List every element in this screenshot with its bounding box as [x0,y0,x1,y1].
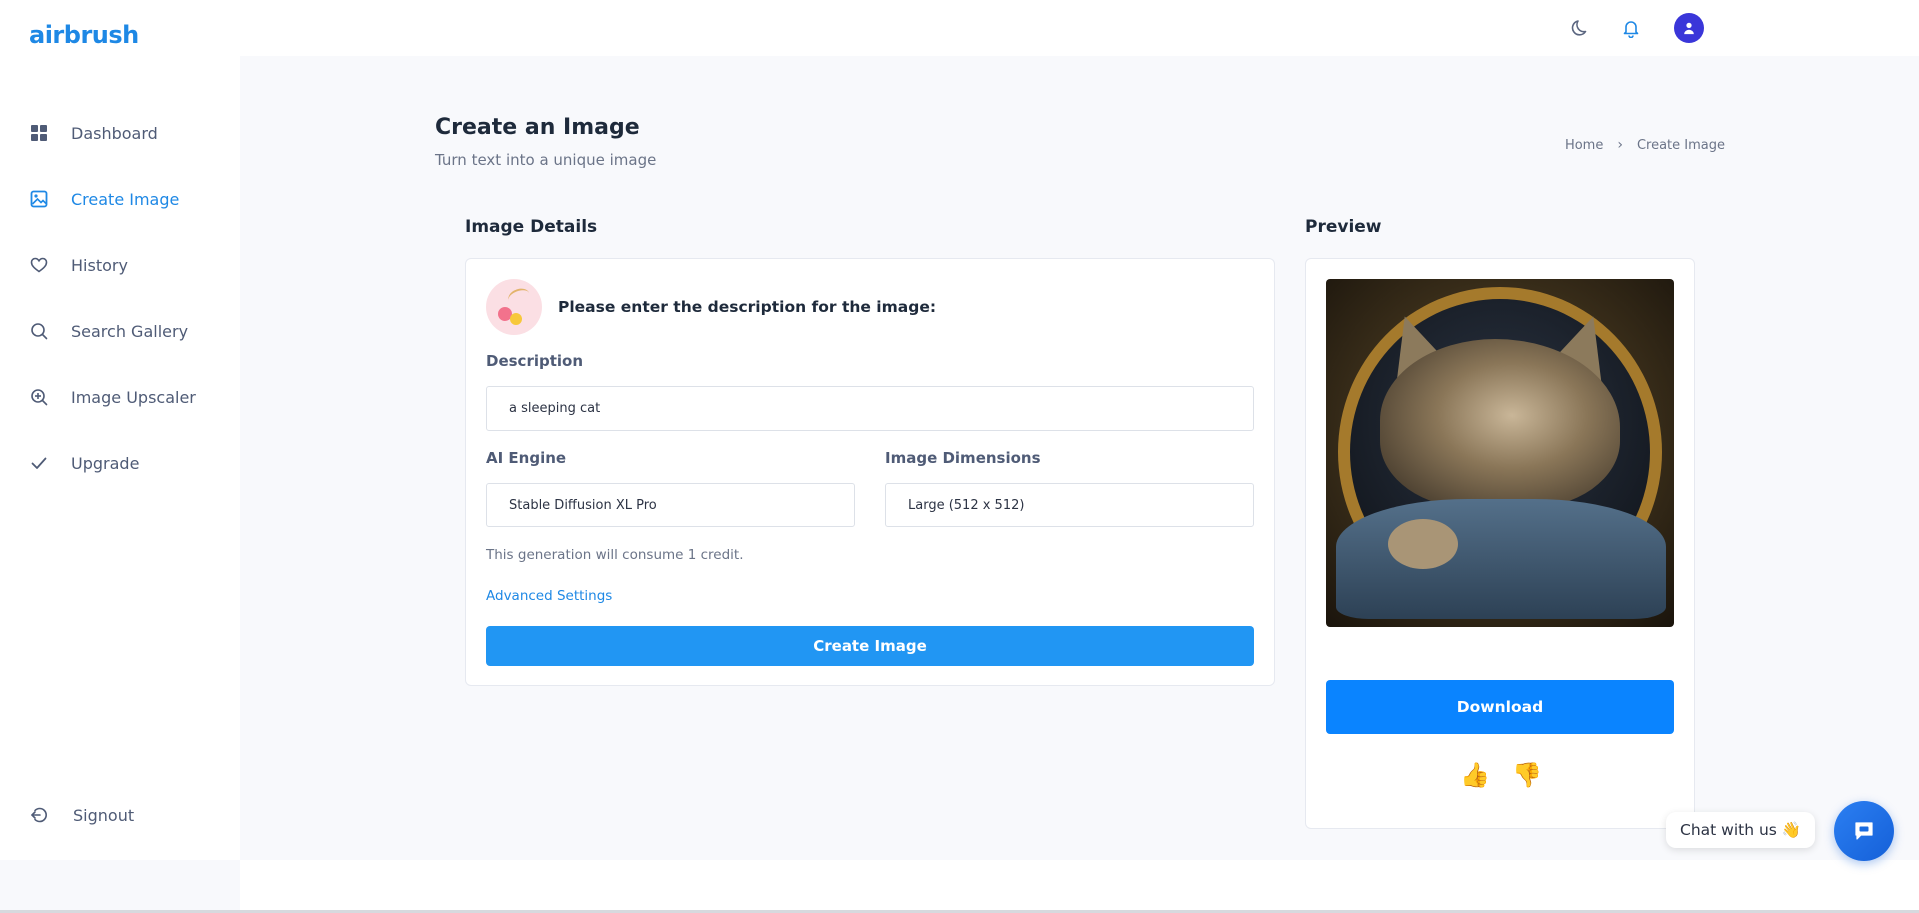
signout-button[interactable]: Signout [29,805,134,825]
search-icon [29,321,49,341]
top-bar [240,0,1919,56]
sidebar-item-image-upscaler[interactable]: Image Upscaler [0,364,240,430]
user-avatar-icon[interactable] [1674,13,1704,43]
description-label: Description [486,352,584,370]
app-logo[interactable]: airbrush [29,21,139,49]
sidebar-item-upgrade[interactable]: Upgrade [0,430,240,496]
sidebar-item-create-image[interactable]: Create Image [0,166,240,232]
preview-title: Preview [1305,217,1382,237]
image-details-title: Image Details [465,217,598,237]
moon-icon[interactable] [1567,14,1595,42]
image-details-card: Please enter the description for the ima… [465,258,1275,686]
image-dimensions-select[interactable]: Large (512 x 512) [885,483,1254,527]
flower-avatar [486,279,542,335]
sidebar-item-label: Image Upscaler [71,387,196,407]
chat-icon [1852,819,1876,843]
page-subtitle: Turn text into a unique image [435,151,657,169]
preview-card: Download 👍 👎 [1305,258,1695,829]
generated-image [1326,279,1674,627]
chevron-right-icon: › [1617,137,1623,153]
logout-icon [29,805,49,825]
prompt-heading: Please enter the description for the ima… [558,298,937,316]
ai-engine-select[interactable]: Stable Diffusion XL Pro [486,483,855,527]
heart-icon [29,255,49,275]
sidebar-item-label: History [71,255,128,275]
sidebar-item-label: Search Gallery [71,321,189,341]
sidebar-item-dashboard[interactable]: Dashboard [0,100,240,166]
sidebar: airbrush Dashboard Create Image History … [0,0,240,860]
description-input[interactable]: a sleeping cat [486,386,1254,431]
sidebar-item-label: Upgrade [71,453,140,473]
ai-engine-label: AI Engine [486,449,567,467]
download-button[interactable]: Download [1326,680,1674,734]
check-icon [29,453,49,473]
prompt-header: Please enter the description for the ima… [486,279,936,335]
sidebar-item-history[interactable]: History [0,232,240,298]
breadcrumb-home[interactable]: Home [1565,138,1603,153]
bell-icon[interactable] [1617,14,1645,42]
sidebar-item-label: Dashboard [71,123,158,143]
sidebar-item-search-gallery[interactable]: Search Gallery [0,298,240,364]
thumbs-down-icon[interactable]: 👎 [1512,761,1542,789]
breadcrumb-current: Create Image [1636,137,1725,153]
sidebar-item-label: Create Image [71,189,180,209]
create-image-button[interactable]: Create Image [486,626,1254,666]
chat-with-us-bubble[interactable]: Chat with us 👋 [1666,812,1816,848]
sidebar-nav: Dashboard Create Image History Search Ga… [0,100,240,496]
thumbs-up-icon[interactable]: 👍 [1460,761,1490,789]
breadcrumb: Home › Create Image [1565,137,1725,153]
grid-icon [29,123,49,143]
credit-note: This generation will consume 1 credit. [486,547,744,563]
image-icon [29,189,49,209]
chat-launcher-button[interactable] [1834,801,1894,861]
advanced-settings-link[interactable]: Advanced Settings [486,588,612,604]
signout-label: Signout [73,805,135,825]
zoom-in-icon [29,387,49,407]
image-dimensions-label: Image Dimensions [885,449,1041,467]
page-title: Create an Image [435,115,640,140]
footer-strip [240,860,1919,913]
